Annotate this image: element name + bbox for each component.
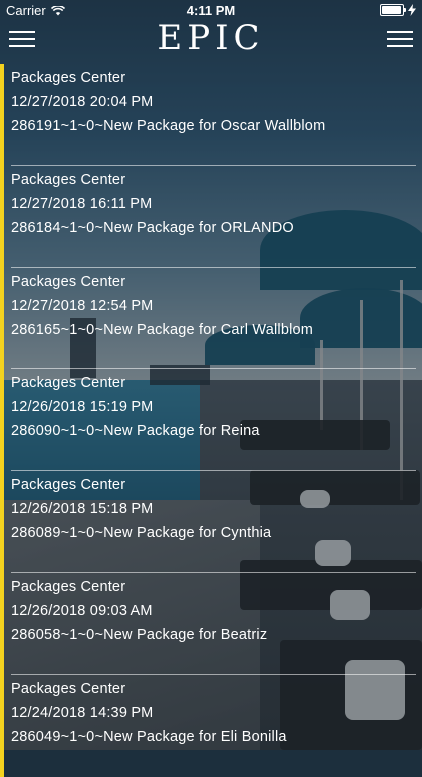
list-item[interactable]: Packages Center 12/27/2018 16:11 PM 2861…	[0, 165, 416, 268]
package-source: Packages Center	[11, 171, 126, 188]
package-message: 286058~1~0~New Package for Beatriz	[11, 626, 268, 643]
package-datetime: 12/26/2018 15:18 PM	[11, 501, 154, 518]
package-source: Packages Center	[11, 70, 126, 86]
package-datetime: 12/26/2018 09:03 AM	[11, 602, 153, 619]
list-item[interactable]: Packages Center 12/27/2018 20:04 PM 2861…	[0, 64, 416, 166]
package-notification-list: Packages Center 12/27/2018 20:04 PM 2861…	[0, 64, 416, 777]
battery-icon	[380, 4, 406, 16]
list-item[interactable]: Packages Center 12/26/2018 09:03 AM 2860…	[0, 572, 416, 675]
package-message: 286049~1~0~New Package for Eli Bonilla	[11, 728, 287, 745]
options-menu-icon[interactable]	[387, 26, 413, 48]
list-item[interactable]: Packages Center 12/26/2018 15:18 PM 2860…	[0, 471, 416, 573]
package-source: Packages Center	[11, 680, 126, 697]
package-source: Packages Center	[11, 273, 126, 290]
app-header: EPIC	[0, 18, 422, 64]
list-item[interactable]: Packages Center 12/26/2018 15:19 PM 2860…	[0, 369, 416, 472]
status-bar: Carrier 4:11 PM	[0, 0, 422, 20]
package-datetime: 12/27/2018 12:54 PM	[11, 297, 154, 314]
package-datetime: 12/27/2018 20:04 PM	[11, 94, 154, 110]
package-message: 286090~1~0~New Package for Reina	[11, 423, 260, 440]
package-source: Packages Center	[11, 477, 126, 494]
package-message: 286089~1~0~New Package for Cynthia	[11, 525, 272, 542]
list-item[interactable]: Packages Center 12/27/2018 12:54 PM 2861…	[0, 267, 416, 370]
package-datetime: 12/24/2018 14:39 PM	[11, 704, 154, 721]
charging-icon	[408, 4, 416, 16]
package-datetime: 12/27/2018 16:11 PM	[11, 195, 153, 212]
package-message: 286184~1~0~New Package for ORLANDO	[11, 219, 294, 236]
list-item[interactable]: Packages Center 12/24/2018 14:39 PM 2860…	[0, 674, 416, 777]
package-message: 286165~1~0~New Package for Carl Wallblom	[11, 321, 314, 338]
status-time: 4:11 PM	[186, 3, 236, 18]
package-source: Packages Center	[11, 578, 126, 595]
package-source: Packages Center	[11, 375, 126, 392]
epic-logo: EPIC	[157, 18, 265, 58]
package-message: 286191~1~0~New Package for Oscar Wallblo…	[11, 118, 326, 134]
package-datetime: 12/26/2018 15:19 PM	[11, 399, 154, 416]
